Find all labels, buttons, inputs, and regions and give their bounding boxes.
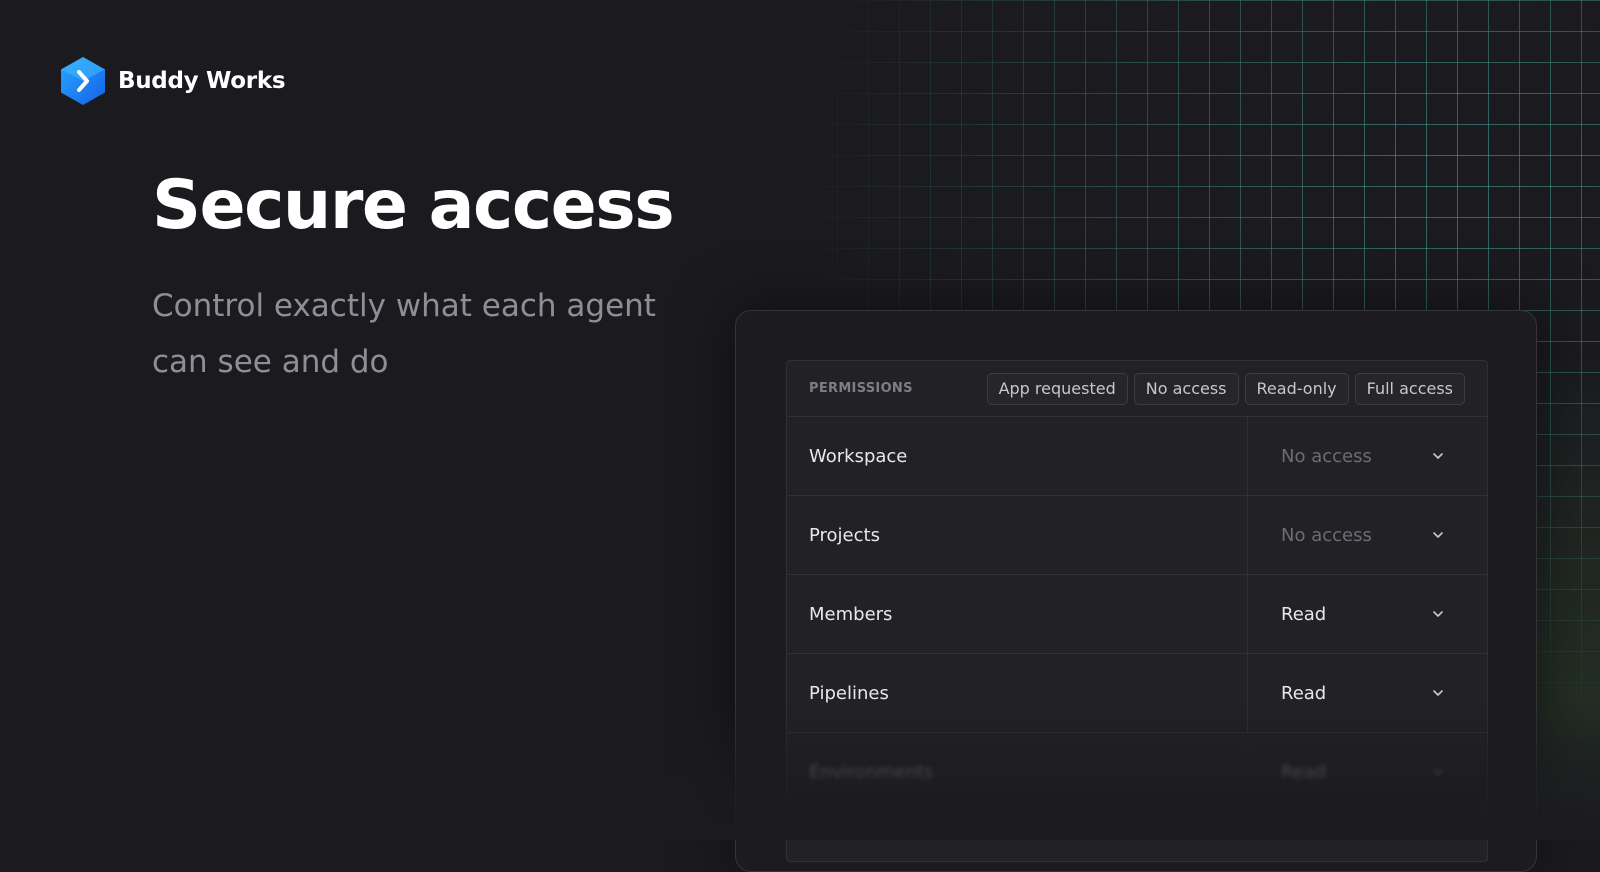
- row-label: Workspace: [809, 445, 908, 467]
- permission-row-members: Members Read: [787, 575, 1487, 654]
- permission-presets: App requested No access Read-only Full a…: [986, 372, 1465, 405]
- permission-row-workspace: Workspace No access: [787, 417, 1487, 496]
- permission-row-environments: Environments Read: [787, 733, 1487, 812]
- chip-no-access[interactable]: No access: [1133, 372, 1239, 405]
- workspace-access-select[interactable]: No access: [1247, 417, 1487, 495]
- select-value: Read: [1281, 682, 1327, 704]
- row-label: Environments: [809, 761, 934, 783]
- chip-app-requested[interactable]: App requested: [986, 372, 1128, 405]
- brand[interactable]: Buddy Works: [60, 56, 286, 106]
- projects-access-select[interactable]: No access: [1247, 496, 1487, 574]
- chip-full-access[interactable]: Full access: [1354, 372, 1465, 405]
- chip-read-only[interactable]: Read-only: [1244, 372, 1349, 405]
- chevron-down-icon: [1433, 453, 1443, 459]
- pipelines-access-select[interactable]: Read: [1247, 654, 1487, 732]
- chevron-down-icon: [1433, 532, 1443, 538]
- brand-name: Buddy Works: [118, 68, 286, 94]
- chevron-down-icon: [1433, 769, 1443, 775]
- permission-row-pipelines: Pipelines Read: [787, 654, 1487, 733]
- select-value: Read: [1281, 761, 1327, 783]
- row-label: Pipelines: [809, 682, 889, 704]
- select-value: Read: [1281, 603, 1327, 625]
- permissions-label: PERMISSIONS: [809, 381, 913, 396]
- row-label: Members: [809, 603, 893, 625]
- chevron-down-icon: [1433, 690, 1443, 696]
- buddy-logo-icon: [61, 57, 105, 105]
- permissions-card: PERMISSIONS App requested No access Read…: [786, 360, 1488, 862]
- permissions-header: PERMISSIONS App requested No access Read…: [787, 361, 1487, 417]
- chevron-down-icon: [1433, 611, 1443, 617]
- page-subtitle: Control exactly what each agent can see …: [152, 288, 656, 380]
- permission-row-projects: Projects No access: [787, 496, 1487, 575]
- row-label: Projects: [809, 524, 880, 546]
- page-title: Secure access: [152, 166, 675, 245]
- select-value: No access: [1281, 445, 1372, 467]
- environments-access-select[interactable]: Read: [1247, 733, 1487, 811]
- background-fade: [0, 0, 760, 840]
- select-value: No access: [1281, 524, 1372, 546]
- members-access-select[interactable]: Read: [1247, 575, 1487, 653]
